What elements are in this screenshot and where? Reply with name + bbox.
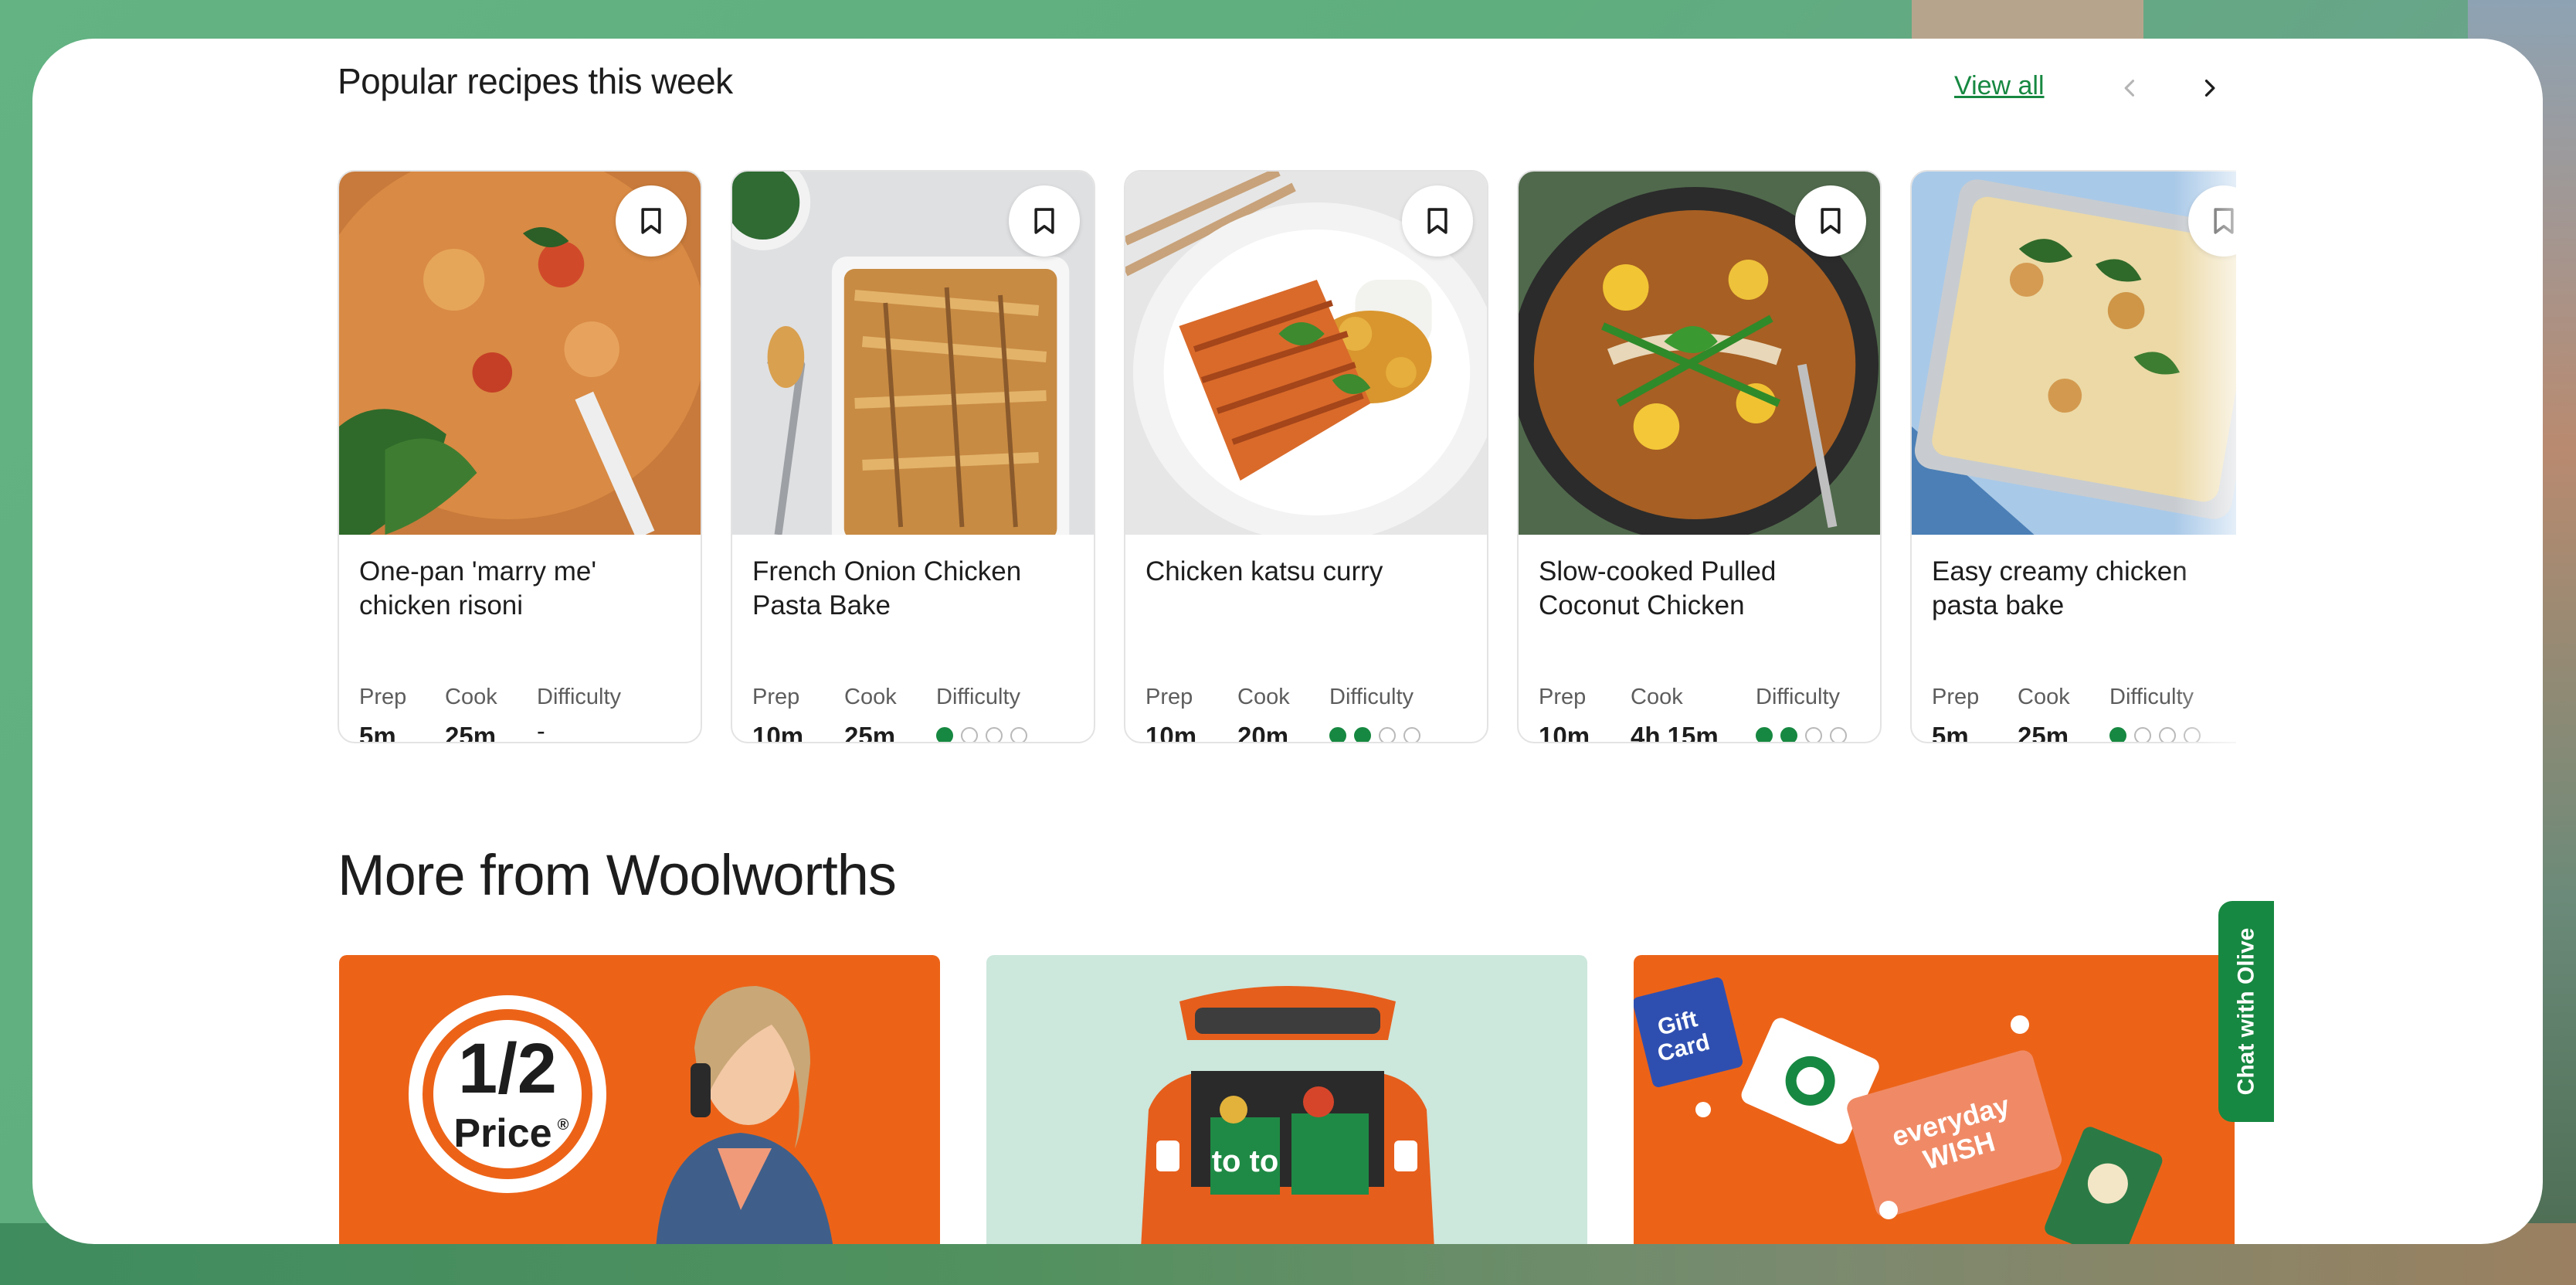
bookmark-icon [641, 208, 661, 234]
difficulty-dot-empty [1805, 727, 1822, 742]
shopping-bag-text: to to [1212, 1144, 1279, 1178]
content-panel: Popular recipes this week View all One-p… [32, 39, 2543, 1244]
recipe-title: Slow-cooked Pulled Coconut Chicken [1539, 556, 1777, 620]
cook-value: 25m [445, 722, 497, 743]
recipe-card[interactable]: One-pan 'marry me' chicken risoni Prep C… [338, 170, 702, 743]
prep-value: 5m [359, 722, 396, 743]
recipe-carousel: One-pan 'marry me' chicken risoni Prep C… [338, 170, 2236, 750]
prep-label: Prep [1145, 685, 1193, 709]
prep-label: Prep [359, 685, 407, 709]
prep-label: Prep [1539, 685, 1587, 709]
section-title-more-from-woolworths: More from Woolworths [338, 843, 897, 907]
recipe-card[interactable]: Chicken katsu curry Prep Cook Difficulty… [1124, 170, 1488, 743]
prep-value: 10m [1145, 722, 1197, 743]
carousel-prev-button[interactable] [2109, 66, 2152, 110]
cook-label: Cook [445, 685, 497, 709]
difficulty-dot-filled [2109, 727, 2126, 742]
difficulty-dot-empty [2159, 727, 2176, 742]
difficulty-dot-filled [1354, 727, 1371, 742]
promo-tile-gift-cards[interactable]: Gift Card everyday WISH [1634, 955, 2235, 1244]
car-boot-illustration: to to [1141, 986, 1434, 1244]
cook-value: 25m [844, 722, 896, 743]
recipe-title: One-pan 'marry me' chicken risoni [359, 556, 597, 620]
prep-value: 10m [1539, 722, 1590, 743]
difficulty-dot-filled [1329, 727, 1346, 742]
view-all-link[interactable]: View all [1954, 71, 2045, 101]
half-price-badge-top: 1/2 [458, 1029, 557, 1108]
cook-value: 4h 15m [1631, 722, 1719, 743]
bookmark-button[interactable] [1009, 185, 1080, 257]
bookmark-icon [1034, 208, 1054, 234]
chat-with-olive-label: Chat with Olive [2233, 927, 2259, 1096]
recipe-card[interactable]: French Onion Chicken Pasta Bake Prep Coo… [731, 170, 1095, 743]
difficulty-dot-empty [1379, 727, 1396, 742]
chevron-left-icon [2124, 80, 2135, 97]
prep-label: Prep [752, 685, 800, 709]
prep-label: Prep [1932, 685, 1980, 709]
difficulty-rating [936, 727, 1027, 742]
cook-value: 25m [2018, 722, 2069, 743]
promo-tile-delivery[interactable]: to to [986, 955, 1587, 1244]
difficulty-dot-empty [986, 727, 1003, 742]
difficulty-value: - [537, 717, 545, 743]
half-price-illustration: 1/2 Price ® [409, 986, 833, 1244]
bookmark-button[interactable] [1795, 185, 1866, 257]
gift-cards-illustration: Gift Card everyday WISH [1634, 977, 2163, 1244]
cook-label: Cook [1237, 685, 1290, 709]
difficulty-label: Difficulty [1329, 685, 1414, 709]
half-price-badge-bottom: Price [453, 1111, 552, 1156]
difficulty-label: Difficulty [936, 685, 1021, 709]
prep-value: 10m [752, 722, 804, 743]
recipe-card[interactable]: Slow-cooked Pulled Coconut Chicken Prep … [1517, 170, 1882, 743]
difficulty-dot-filled [1756, 727, 1773, 742]
bookmark-button[interactable] [1402, 185, 1473, 257]
difficulty-dot-filled [936, 727, 953, 742]
difficulty-dot-empty [2134, 727, 2151, 742]
difficulty-dot-empty [1403, 727, 1420, 742]
prep-value: 5m [1932, 722, 1969, 743]
difficulty-label: Difficulty [1756, 685, 1841, 709]
bookmark-icon [1427, 208, 1448, 234]
chat-with-olive-button[interactable]: Chat with Olive [2218, 901, 2274, 1122]
cook-label: Cook [2018, 685, 2070, 709]
chevron-right-icon [2204, 80, 2215, 97]
difficulty-dot-empty [961, 727, 978, 742]
section-title-popular-recipes: Popular recipes this week [338, 61, 733, 101]
recipe-title: French Onion Chicken Pasta Bake [752, 556, 1022, 620]
cook-label: Cook [1631, 685, 1683, 709]
carousel-fade [2174, 170, 2236, 750]
difficulty-rating [1329, 727, 1420, 742]
difficulty-label: Difficulty [537, 685, 622, 709]
difficulty-rating [1756, 727, 1847, 742]
bookmark-button[interactable] [616, 185, 687, 257]
difficulty-dot-empty [1010, 727, 1027, 742]
cook-value: 20m [1237, 722, 1289, 743]
carousel-next-button[interactable] [2187, 66, 2231, 110]
cook-label: Cook [844, 685, 897, 709]
recipe-title: Chicken katsu curry [1145, 556, 1383, 586]
promo-tile-half-price[interactable]: 1/2 Price ® [339, 955, 940, 1244]
half-price-badge-mark: ® [558, 1117, 569, 1134]
difficulty-dot-empty [1830, 727, 1847, 742]
bookmark-icon [1821, 208, 1841, 234]
difficulty-dot-filled [1780, 727, 1797, 742]
